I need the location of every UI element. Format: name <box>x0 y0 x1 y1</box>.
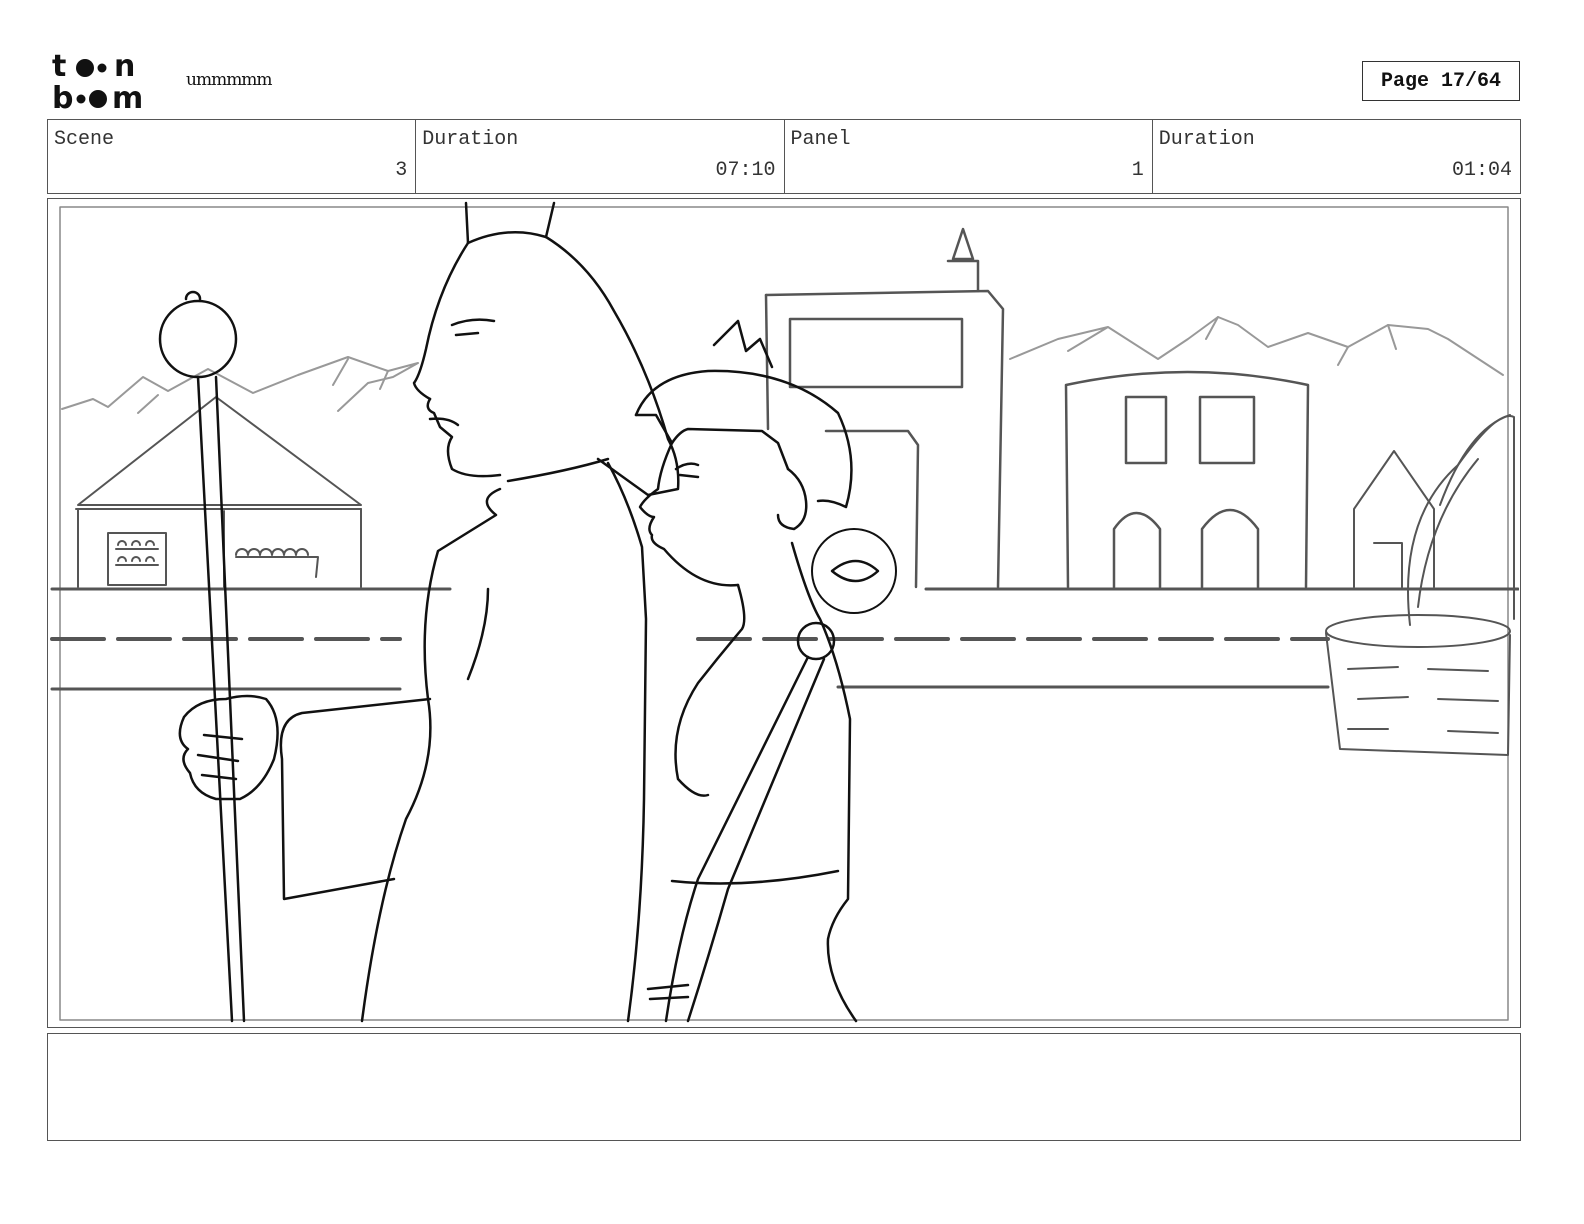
scene-value: 3 <box>395 159 408 182</box>
panel-label: Panel <box>790 128 851 151</box>
storyboard-panel <box>47 198 1521 1028</box>
toon-boom-logo: t n b m <box>52 50 143 112</box>
page-indicator: Page 17/64 <box>1362 61 1520 101</box>
svg-text:b: b <box>52 81 73 112</box>
svg-text:n: n <box>114 50 135 84</box>
mountains <box>61 316 1504 414</box>
panel-cell: Panel 1 <box>785 120 1153 193</box>
scene-info-table: Scene 3 Duration 07:10 Panel 1 Duration … <box>47 119 1521 194</box>
hand <box>178 694 279 801</box>
storyboard-sketch <box>50 201 1519 1023</box>
small-figure <box>634 319 897 1023</box>
tall-figure <box>279 201 680 1023</box>
hut <box>1353 414 1511 588</box>
royal-staff <box>158 290 246 1023</box>
panel-duration-label: Duration <box>1158 128 1255 151</box>
svg-text:t: t <box>52 50 66 84</box>
notes-box <box>47 1033 1521 1141</box>
scene-duration-value: 07:10 <box>715 159 776 182</box>
house <box>1064 370 1310 589</box>
scene-duration-cell: Duration 07:10 <box>416 120 785 193</box>
scene-cell: Scene 3 <box>48 120 417 193</box>
svg-text:m: m <box>112 81 143 112</box>
panel-value: 1 <box>1131 159 1144 182</box>
tower-building <box>764 227 1005 589</box>
panel-inner-border <box>59 206 1509 1021</box>
scene-label: Scene <box>54 128 115 151</box>
panel-duration-cell: Duration 01:04 <box>1153 120 1520 193</box>
scene-duration-label: Duration <box>422 128 519 151</box>
project-name: ummmmm <box>186 70 273 90</box>
panel-duration-value: 01:04 <box>1451 159 1512 182</box>
